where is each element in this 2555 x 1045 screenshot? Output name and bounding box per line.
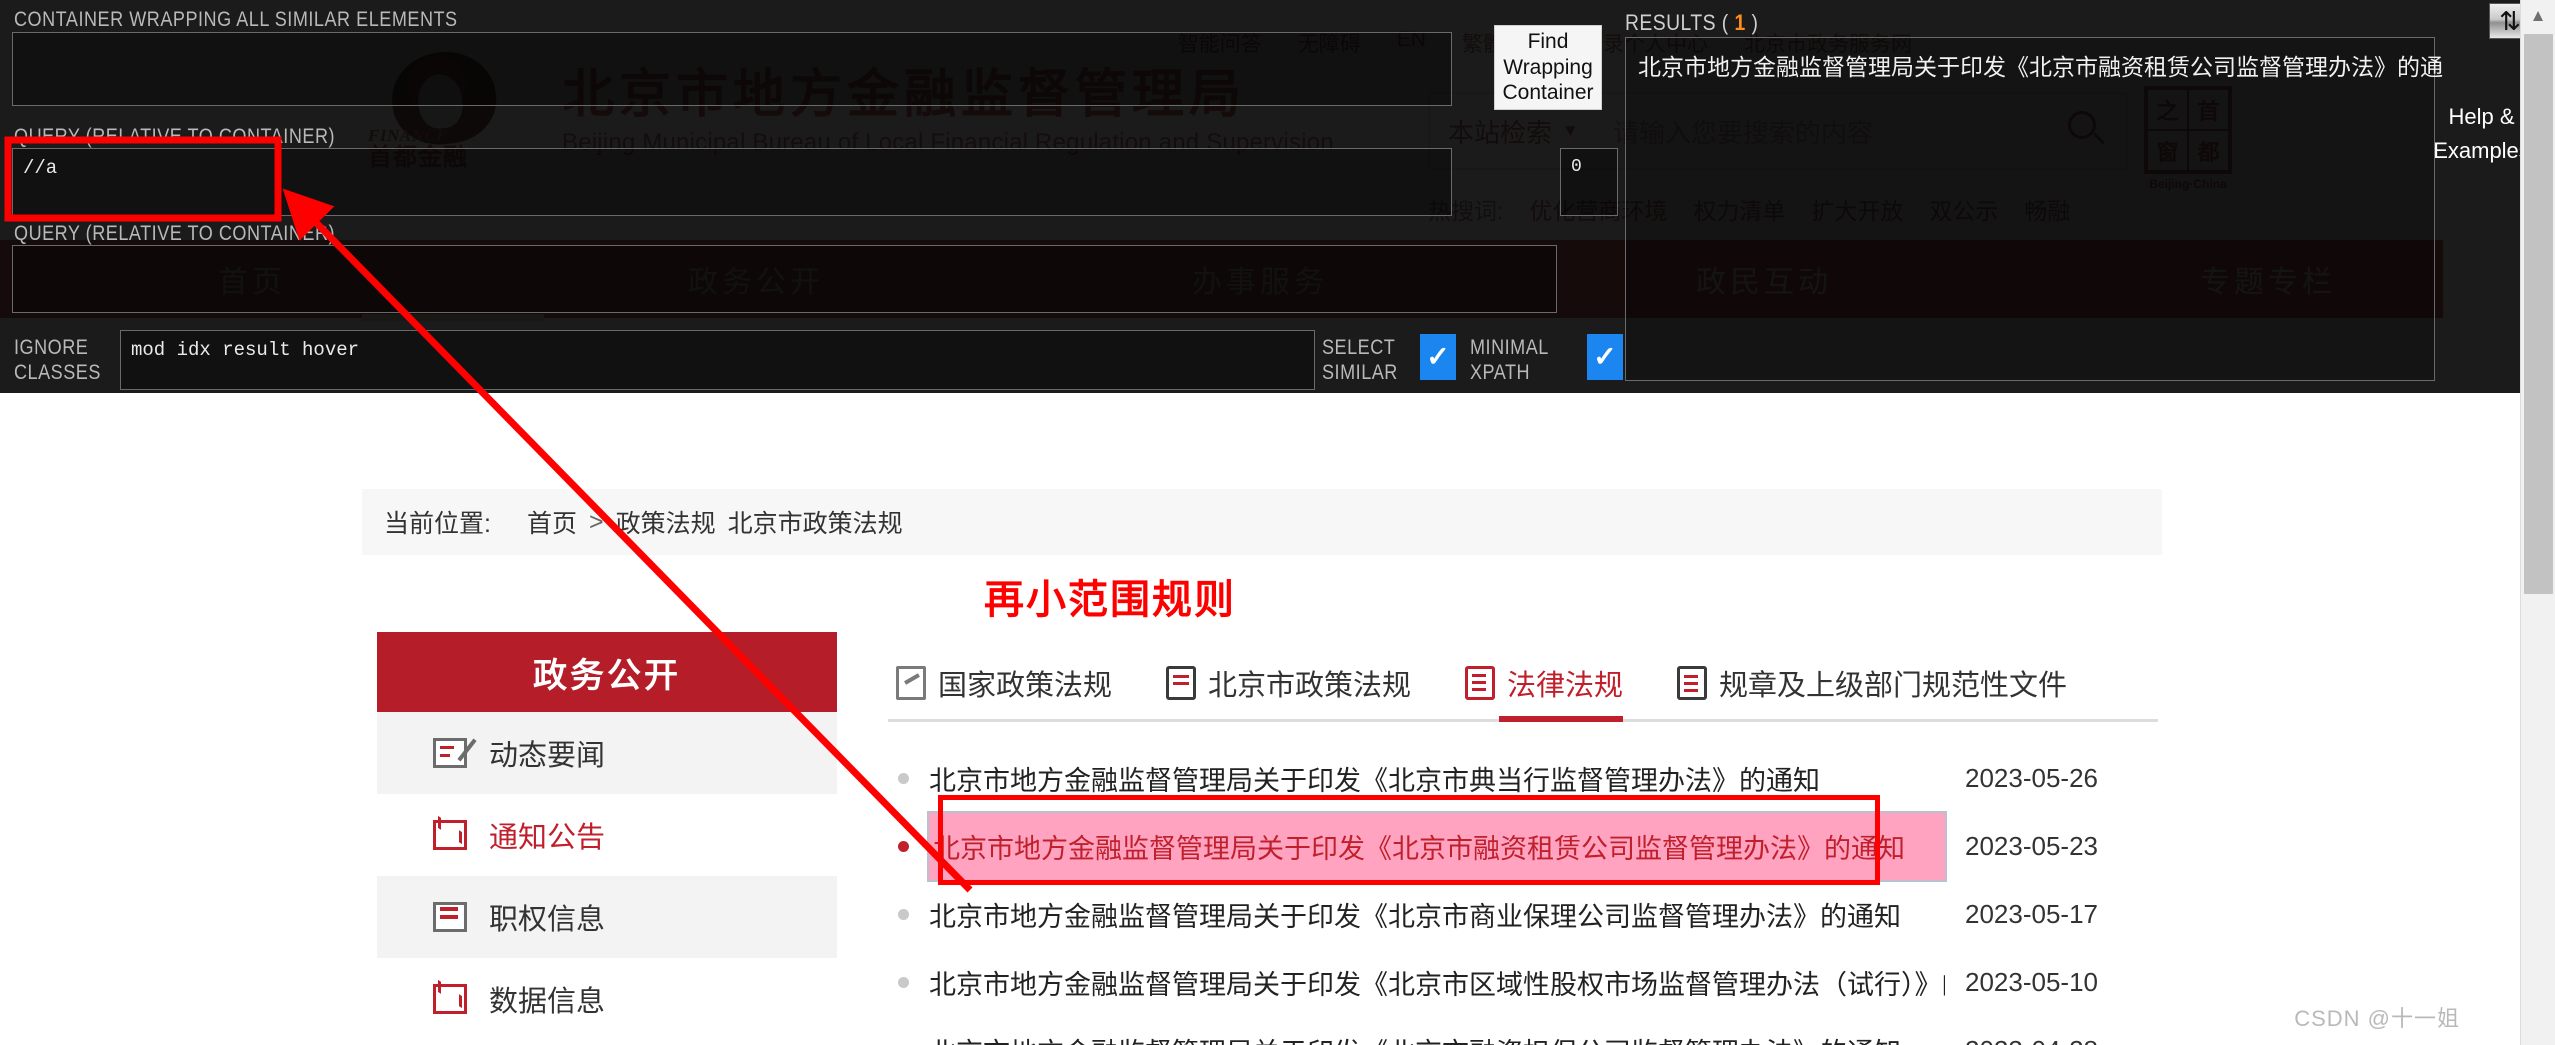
sidebar-item-label: 数据信息 (489, 986, 606, 1018)
ignore-classes-value: mod idx result hover (131, 339, 360, 361)
help-and-examples-button[interactable]: Help & Examples (2433, 0, 2530, 393)
query1-field-label: QUERY (RELATIVE TO CONTAINER) (14, 125, 336, 148)
bullet-icon (898, 840, 909, 852)
archive-icon (1166, 666, 1197, 700)
bullet-icon (898, 976, 909, 988)
list-item-date: 2023-05-10 (1965, 966, 2098, 997)
breadcrumb-level3[interactable]: 北京市政策法规 (728, 504, 903, 540)
watermark: CSDN @十一姐 (2294, 1006, 2460, 1031)
tab-label: 法律法规 (1507, 670, 1624, 702)
sidebar-item-dynamic-news[interactable]: 动态要闻 (377, 712, 837, 794)
tab-laws-regulations[interactable]: 法律法规 (1465, 662, 1624, 722)
sidebar-item-data-info[interactable]: 数据信息 (377, 958, 837, 1040)
results-prefix: RESULTS ( (1625, 10, 1729, 35)
document-edit-icon (433, 738, 477, 768)
screenshot-root: 智能问答 无障碍 EN 繁體中文 登录个人中心 北京市政务服务网 FINANCE… (0, 0, 2555, 1045)
list-item[interactable]: 北京市地方金融监督管理局关于印发《北京市融资担保公司监督管理办法》的通知 202… (888, 1016, 2158, 1045)
container-input[interactable] (12, 32, 1452, 106)
query1-input-value: //a (23, 157, 58, 179)
query2-input-value (13, 246, 1556, 262)
sidebar-header: 政务公开 (377, 632, 837, 712)
result-counter-value: 0 (1571, 157, 1582, 177)
minimal-xpath-line2: XPATH (1470, 360, 1531, 384)
sidebar-item-authority-info[interactable]: 职权信息 (377, 876, 837, 958)
results-count: 1 (1734, 10, 1746, 35)
minimal-xpath-label: MINIMAL XPATH (1470, 336, 1565, 386)
tab-rules-superior-docs[interactable]: 规章及上级部门规范性文件 (1677, 662, 2067, 722)
list-item-title[interactable]: 北京市地方金融监督管理局关于印发《北京市融资租赁公司监督管理办法》的通知 (927, 810, 1947, 882)
mail-icon (433, 820, 467, 850)
sidebar-item-notices[interactable]: 通知公告 (377, 794, 837, 876)
scroll-up-arrow-icon[interactable]: ▲ (2521, 0, 2555, 32)
list-item-date: 2023-05-17 (1965, 898, 2098, 929)
list-item[interactable]: 北京市地方金融监督管理局关于印发《北京市区域性股权市场监督管理办法（试行）》的.… (888, 948, 2158, 1016)
ignore-classes-label: IGNORE CLASSES (14, 336, 109, 386)
inbox-icon (433, 902, 467, 932)
tab-national-policy[interactable]: 国家政策法规 (896, 662, 1112, 722)
sidebar: 政务公开 动态要闻 通知公告 职权信息 数据信息 (377, 632, 837, 1040)
select-similar-checkbox[interactable]: ✓ (1420, 334, 1456, 380)
results-row[interactable]: 北京市地方金融监督管理局关于印发《北京市融资租赁公司监督管理办法》的通知 (1626, 38, 2466, 92)
ignore-classes-label-line1: IGNORE (14, 336, 89, 359)
list-item[interactable]: 北京市地方金融监督管理局关于印发《北京市商业保理公司监督管理办法》的通知 202… (888, 880, 2158, 948)
category-tabs: 国家政策法规 北京市政策法规 法律法规 规章及上级部门规范性文件 (888, 632, 2158, 722)
results-header: RESULTS ( 1 ) (1625, 10, 1758, 36)
list-item-title[interactable]: 北京市地方金融监督管理局关于印发《北京市融资担保公司监督管理办法》的通知 (929, 1031, 1945, 1045)
tab-label: 规章及上级部门规范性文件 (1719, 670, 2068, 702)
select-similar-line2: SIMILAR (1322, 360, 1398, 384)
annotation-rule-note: 再小范围规则 (984, 578, 1236, 622)
container-field-label: CONTAINER WRAPPING ALL SIMILAR ELEMENTS (14, 8, 458, 31)
sidebar-item-label: 职权信息 (489, 904, 606, 936)
content-column: 国家政策法规 北京市政策法规 法律法规 规章及上级部门规范性文件 北京市地方金融… (888, 632, 2158, 1045)
tab-beijing-policy[interactable]: 北京市政策法规 (1166, 662, 1411, 722)
ignore-classes-input[interactable]: mod idx result hover (120, 330, 1315, 390)
container-input-value (13, 33, 1451, 49)
list-item-date: 2023-05-26 (1965, 762, 2098, 793)
find-wrapping-container-button[interactable]: Find Wrapping Container (1494, 25, 1602, 110)
page-scrollbar[interactable]: ▲ (2520, 0, 2555, 1045)
law-doc-icon (1465, 666, 1496, 700)
clipboard-icon (1677, 666, 1708, 700)
find-button-line2: Wrapping (1503, 55, 1593, 79)
mail-icon (433, 984, 467, 1014)
minimal-xpath-line1: MINIMAL (1470, 336, 1549, 359)
bullet-icon (898, 772, 909, 784)
breadcrumb-level2[interactable]: 政策法规 (616, 504, 716, 540)
breadcrumb: 当前位置: 首页 > 政策法规 北京市政策法规 (362, 489, 2162, 555)
ignore-classes-label-line2: CLASSES (14, 360, 101, 384)
tab-label: 北京市政策法规 (1208, 670, 1412, 702)
tab-label: 国家政策法规 (938, 670, 1113, 702)
sidebar-item-label: 通知公告 (489, 822, 606, 854)
news-list: 北京市地方金融监督管理局关于印发《北京市典当行监督管理办法》的通知 2023-0… (888, 744, 2158, 1045)
scrollbar-thumb[interactable] (2524, 34, 2553, 594)
results-suffix: ) (1751, 10, 1759, 35)
scraper-overlay-panel: CONTAINER WRAPPING ALL SIMILAR ELEMENTS … (0, 0, 2531, 393)
results-panel[interactable]: 北京市地方金融监督管理局关于印发《北京市融资租赁公司监督管理办法》的通知 (1625, 37, 2466, 381)
list-item[interactable]: 北京市地方金融监督管理局关于印发《北京市典当行监督管理办法》的通知 2023-0… (888, 744, 2158, 812)
bullet-icon (898, 908, 909, 920)
select-similar-line1: SELECT (1322, 336, 1396, 359)
query2-input[interactable] (12, 245, 1557, 313)
select-similar-label: SELECT SIMILAR (1322, 336, 1404, 386)
result-counter-box: 0 (1560, 148, 1618, 216)
list-item-date: 2023-05-23 (1965, 830, 2098, 861)
query1-input[interactable]: //a (12, 148, 1452, 216)
list-item-title[interactable]: 北京市地方金融监督管理局关于印发《北京市区域性股权市场监督管理办法（试行）》的.… (929, 963, 1945, 1002)
list-item[interactable]: 北京市地方金融监督管理局关于印发《北京市融资租赁公司监督管理办法》的通知 202… (888, 810, 2158, 882)
breadcrumb-label: 当前位置: (384, 510, 491, 538)
minimal-xpath-checkbox[interactable]: ✓ (1587, 334, 1623, 380)
breadcrumb-home[interactable]: 首页 (527, 504, 577, 540)
query2-field-label: QUERY (RELATIVE TO CONTAINER) (14, 222, 336, 245)
list-item-title[interactable]: 北京市地方金融监督管理局关于印发《北京市商业保理公司监督管理办法》的通知 (929, 895, 1945, 934)
stamp-icon (896, 666, 926, 700)
sidebar-item-label: 动态要闻 (489, 740, 606, 772)
breadcrumb-separator: > (588, 507, 604, 536)
find-button-line1: Find (1527, 30, 1569, 54)
list-item-date: 2023-04-28 (1965, 1035, 2098, 1045)
find-button-line3: Container (1502, 81, 1594, 105)
list-item-title[interactable]: 北京市地方金融监督管理局关于印发《北京市典当行监督管理办法》的通知 (929, 759, 1945, 798)
